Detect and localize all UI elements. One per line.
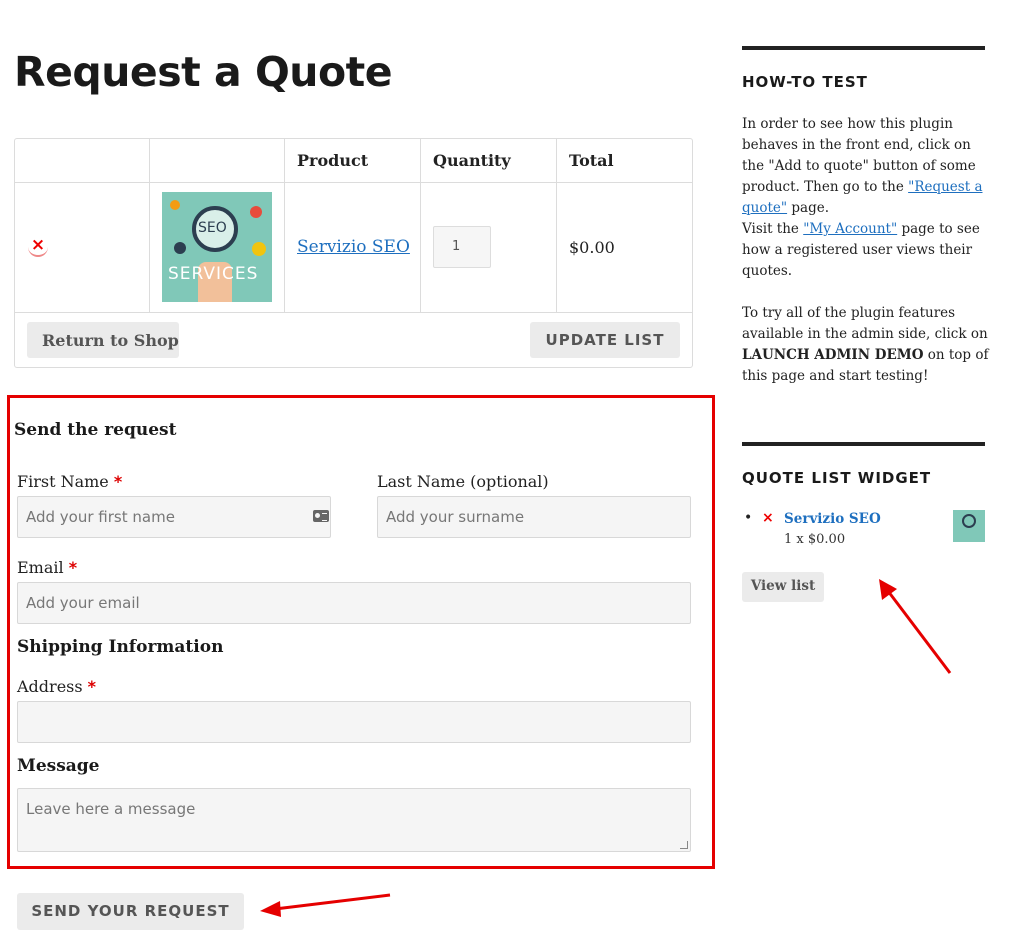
- annotation-arrows: [260, 579, 952, 917]
- arrow-send-head: [260, 901, 281, 917]
- arrow-send: [274, 893, 391, 911]
- arrow-widget: [886, 590, 952, 674]
